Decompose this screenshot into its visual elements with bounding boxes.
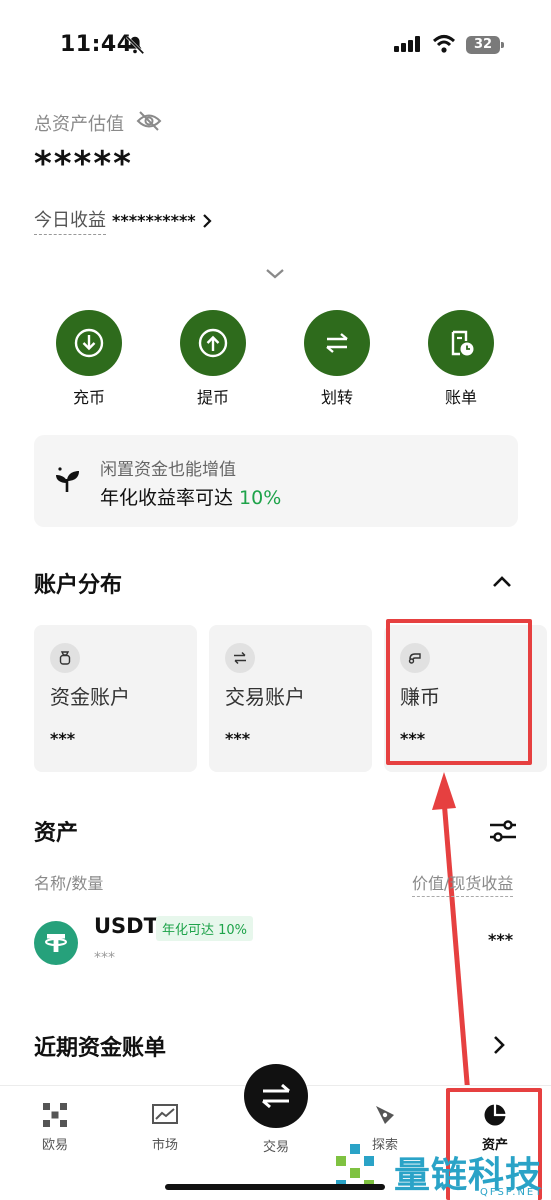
okx-logo-icon bbox=[43, 1103, 67, 1127]
nav-item-okx[interactable]: 欧易 bbox=[10, 1086, 100, 1153]
bill-button[interactable]: 账单 bbox=[416, 310, 506, 408]
chevron-right-icon[interactable] bbox=[490, 1034, 508, 1056]
battery-tip bbox=[501, 42, 504, 48]
withdraw-label: 提币 bbox=[196, 388, 229, 407]
battery-indicator: 32 bbox=[466, 36, 500, 54]
nav-item-trade[interactable] bbox=[244, 1064, 308, 1128]
asset-amount: *** bbox=[94, 950, 115, 966]
highlight-box-earn bbox=[386, 619, 532, 765]
deposit-button[interactable]: 充币 bbox=[44, 310, 134, 408]
today-earnings-label: 今日收益 bbox=[34, 206, 106, 235]
nav-item-market[interactable]: 市场 bbox=[120, 1086, 210, 1153]
chevron-down-icon[interactable] bbox=[264, 266, 286, 282]
promo-rate: 10% bbox=[239, 487, 282, 509]
nav-label: 交易 bbox=[262, 1140, 289, 1155]
money-bag-icon bbox=[59, 651, 71, 665]
compass-icon bbox=[376, 1106, 394, 1124]
account-value: *** bbox=[225, 729, 251, 748]
trading-account-card[interactable]: 交易账户 *** bbox=[209, 625, 372, 772]
accounts-section-title: 账户分布 bbox=[34, 573, 123, 598]
signal-icon bbox=[394, 36, 420, 52]
funding-account-card[interactable]: 资金账户 *** bbox=[34, 625, 197, 772]
market-chart-icon bbox=[152, 1104, 178, 1124]
total-asset-label: 总资产估值 bbox=[34, 114, 124, 135]
withdraw-icon bbox=[198, 328, 228, 358]
swap-icon bbox=[234, 651, 246, 665]
assets-section-title: 资产 bbox=[34, 821, 79, 846]
account-name: 交易账户 bbox=[225, 685, 305, 709]
account-value: *** bbox=[50, 729, 76, 748]
chevron-right-icon bbox=[202, 213, 212, 228]
promo-subtitle-text: 年化收益率可达 bbox=[100, 487, 240, 509]
transfer-button[interactable]: 划转 bbox=[292, 310, 382, 408]
sprout-icon bbox=[56, 467, 79, 492]
wifi-icon bbox=[432, 35, 456, 53]
status-bar: 11:44 32 bbox=[0, 0, 551, 90]
deposit-icon bbox=[74, 328, 104, 358]
promo-title: 闲置资金也能增值 bbox=[100, 460, 236, 480]
transfer-label: 划转 bbox=[320, 388, 353, 407]
action-bar: 充币 提币 划转 账单 bbox=[0, 310, 551, 410]
usdt-logo-icon bbox=[34, 921, 78, 965]
asset-name: USDT bbox=[94, 914, 158, 938]
bell-muted-icon bbox=[125, 35, 145, 55]
chevron-up-icon[interactable] bbox=[490, 572, 514, 592]
today-earnings-value: ********** bbox=[112, 211, 196, 230]
earn-promo-card[interactable]: 闲置资金也能增值 年化收益率可达 10% bbox=[34, 435, 518, 527]
total-asset-value: ***** bbox=[34, 144, 133, 184]
eye-hidden-icon[interactable] bbox=[136, 110, 162, 132]
withdraw-button[interactable]: 提币 bbox=[168, 310, 258, 408]
apy-badge[interactable]: 年化可达 10% bbox=[156, 916, 254, 941]
red-arrow-annotation bbox=[432, 772, 471, 1096]
today-earnings-row[interactable]: 今日收益 ********** bbox=[34, 206, 214, 235]
column-name-amount: 名称/数量 bbox=[34, 874, 104, 893]
nav-label: 市场 bbox=[151, 1138, 178, 1153]
deposit-label: 充币 bbox=[72, 388, 105, 407]
nav-label: 欧易 bbox=[41, 1138, 68, 1153]
recent-bills-title[interactable]: 近期资金账单 bbox=[34, 1030, 166, 1062]
column-value-pnl[interactable]: 价值/现货收益 bbox=[412, 870, 514, 897]
trade-swap-icon bbox=[262, 1083, 290, 1109]
bill-icon bbox=[451, 330, 474, 356]
home-indicator bbox=[165, 1184, 385, 1190]
transfer-icon bbox=[326, 333, 348, 353]
watermark-subtext: QFSP.NET bbox=[480, 1187, 544, 1198]
asset-value: *** bbox=[488, 930, 514, 949]
bill-label: 账单 bbox=[444, 388, 477, 407]
promo-subtitle: 年化收益率可达 10% bbox=[100, 483, 281, 510]
status-time: 11:44 bbox=[60, 32, 133, 57]
account-name: 资金账户 bbox=[50, 685, 130, 709]
watermark: 量链科技 QFSP.NET bbox=[330, 1140, 550, 1200]
filter-sliders-icon[interactable] bbox=[488, 818, 518, 844]
